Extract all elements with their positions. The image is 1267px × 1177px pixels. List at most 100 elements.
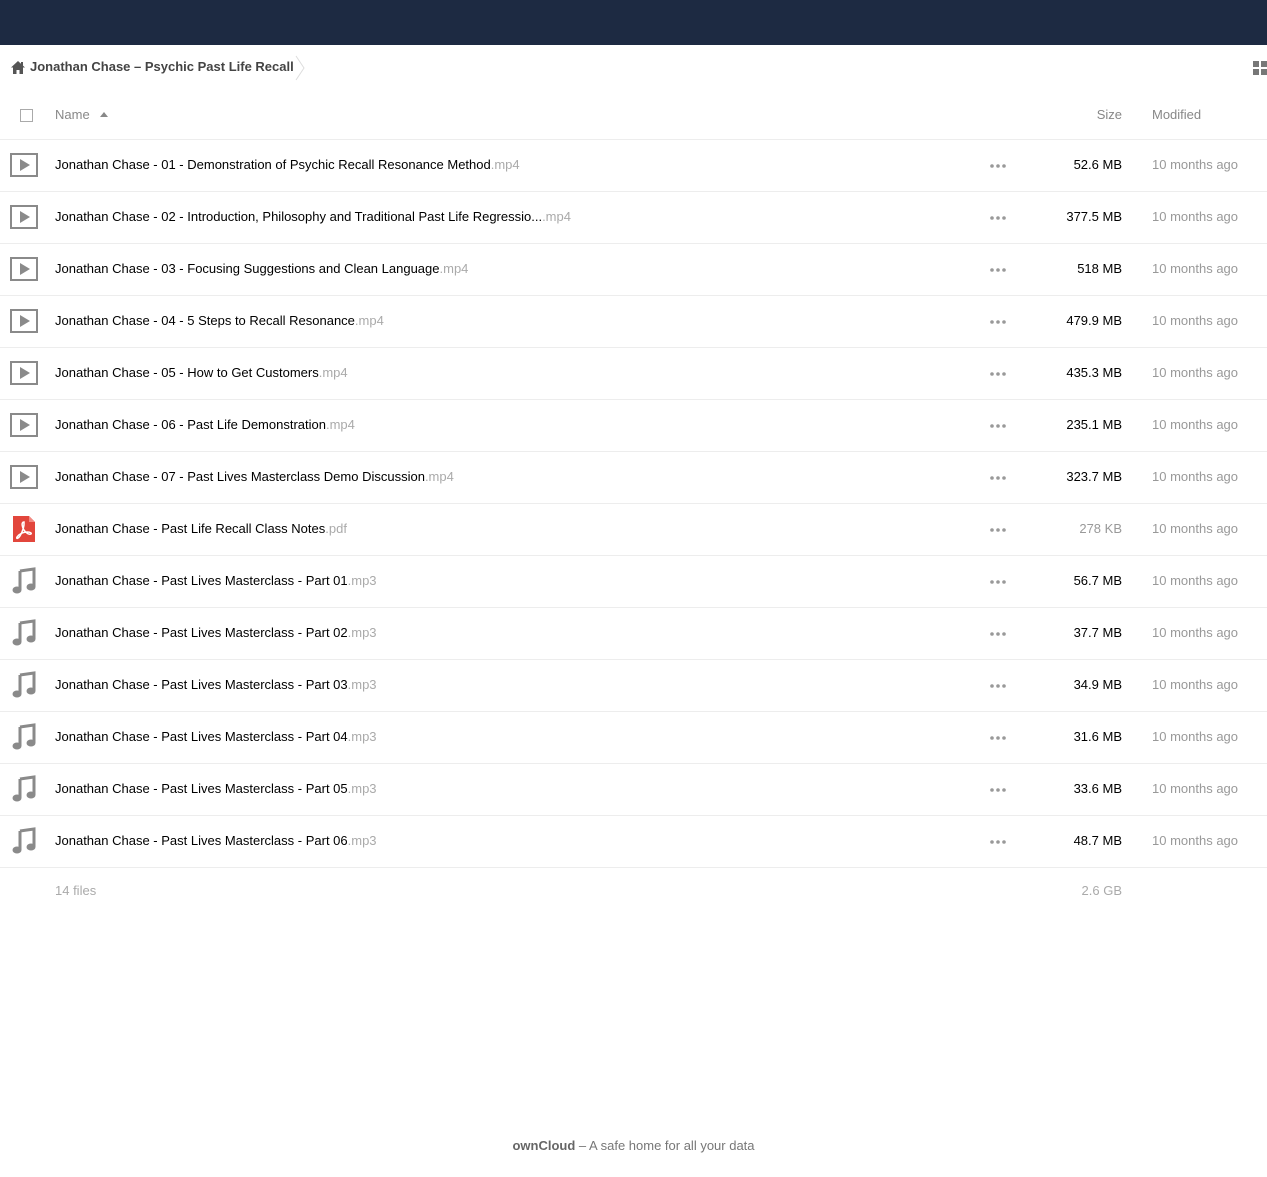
video-file-icon[interactable]	[10, 307, 38, 335]
file-extension: .mp4	[325, 417, 355, 432]
more-actions-icon[interactable]	[990, 164, 1006, 168]
file-row[interactable]: Jonathan Chase - Past Lives Masterclass …	[0, 556, 1267, 608]
file-row[interactable]: Jonathan Chase - Past Lives Masterclass …	[0, 712, 1267, 764]
more-actions-icon[interactable]	[990, 788, 1006, 792]
file-size: 48.7 MB	[1073, 833, 1122, 848]
file-row[interactable]: Jonathan Chase - 02 - Introduction, Phil…	[0, 192, 1267, 244]
video-file-icon[interactable]	[10, 203, 38, 231]
audio-file-icon[interactable]	[10, 827, 38, 855]
file-list: Jonathan Chase - 01 - Demonstration of P…	[0, 140, 1267, 868]
file-name[interactable]: Jonathan Chase - Past Lives Masterclass …	[55, 677, 377, 692]
sort-ascending-icon	[100, 112, 108, 117]
file-name[interactable]: Jonathan Chase - Past Lives Masterclass …	[55, 625, 377, 640]
file-row[interactable]: Jonathan Chase - 03 - Focusing Suggestio…	[0, 244, 1267, 296]
more-actions-icon[interactable]	[990, 528, 1006, 532]
more-actions-icon[interactable]	[990, 736, 1006, 740]
file-extension: .mp4	[490, 157, 520, 172]
file-basename: Jonathan Chase - 05 - How to Get Custome…	[55, 365, 319, 380]
more-actions-icon[interactable]	[990, 216, 1006, 220]
video-file-icon[interactable]	[10, 151, 38, 179]
home-icon[interactable]	[10, 60, 26, 75]
audio-file-icon[interactable]	[10, 567, 38, 595]
breadcrumb: Jonathan Chase – Psychic Past Life Recal…	[0, 45, 1267, 89]
file-extension: .mp4	[542, 209, 571, 224]
file-extension: .mp3	[347, 677, 377, 692]
file-extension: .mp3	[347, 729, 377, 744]
file-row[interactable]: Jonathan Chase - Past Lives Masterclass …	[0, 764, 1267, 816]
audio-file-icon[interactable]	[10, 671, 38, 699]
summary-file-count: 14 files	[55, 883, 97, 898]
file-name[interactable]: Jonathan Chase - 01 - Demonstration of P…	[55, 157, 520, 172]
file-size: 52.6 MB	[1073, 157, 1122, 172]
file-size: 377.5 MB	[1066, 209, 1122, 224]
audio-file-icon[interactable]	[10, 619, 38, 647]
summary-total-size: 2.6 GB	[1081, 883, 1122, 898]
file-size: 323.7 MB	[1066, 469, 1122, 484]
file-basename: Jonathan Chase - Past Lives Masterclass …	[55, 729, 348, 744]
top-bar	[0, 0, 1267, 45]
file-basename: Jonathan Chase - Past Lives Masterclass …	[55, 573, 348, 588]
file-row[interactable]: Jonathan Chase - 04 - 5 Steps to Recall …	[0, 296, 1267, 348]
video-file-icon[interactable]	[10, 411, 38, 439]
breadcrumb-folder[interactable]: Jonathan Chase – Psychic Past Life Recal…	[30, 59, 294, 74]
footer-brand[interactable]: ownCloud	[512, 1138, 575, 1153]
file-size: 435.3 MB	[1066, 365, 1122, 380]
file-basename: Jonathan Chase - 06 - Past Life Demonstr…	[55, 417, 326, 432]
more-actions-icon[interactable]	[990, 268, 1006, 272]
file-name[interactable]: Jonathan Chase - 02 - Introduction, Phil…	[55, 209, 571, 224]
file-name[interactable]: Jonathan Chase - Past Lives Masterclass …	[55, 781, 377, 796]
file-extension: .mp3	[347, 781, 377, 796]
file-basename: Jonathan Chase - Past Life Recall Class …	[55, 521, 326, 536]
file-row[interactable]: Jonathan Chase - Past Lives Masterclass …	[0, 608, 1267, 660]
file-row[interactable]: Jonathan Chase - 06 - Past Life Demonstr…	[0, 400, 1267, 452]
file-row[interactable]: Jonathan Chase - Past Lives Masterclass …	[0, 660, 1267, 712]
file-name[interactable]: Jonathan Chase - 07 - Past Lives Masterc…	[55, 469, 454, 484]
audio-file-icon[interactable]	[10, 775, 38, 803]
more-actions-icon[interactable]	[990, 580, 1006, 584]
file-row[interactable]: Jonathan Chase - Past Lives Masterclass …	[0, 816, 1267, 868]
file-name[interactable]: Jonathan Chase - 03 - Focusing Suggestio…	[55, 261, 468, 276]
more-actions-icon[interactable]	[990, 840, 1006, 844]
footer: ownCloud – A safe home for all your data	[0, 1138, 1267, 1153]
more-actions-icon[interactable]	[990, 476, 1006, 480]
file-row[interactable]: Jonathan Chase - 05 - How to Get Custome…	[0, 348, 1267, 400]
more-actions-icon[interactable]	[990, 424, 1006, 428]
more-actions-icon[interactable]	[990, 684, 1006, 688]
pdf-file-icon[interactable]	[10, 515, 38, 543]
video-file-icon[interactable]	[10, 463, 38, 491]
video-file-icon[interactable]	[10, 359, 38, 387]
audio-file-icon[interactable]	[10, 723, 38, 751]
file-name[interactable]: Jonathan Chase - 05 - How to Get Custome…	[55, 365, 348, 380]
file-modified: 10 months ago	[1152, 781, 1239, 796]
file-basename: Jonathan Chase - 04 - 5 Steps to Recall …	[55, 313, 355, 328]
file-basename: Jonathan Chase - 07 - Past Lives Masterc…	[55, 469, 425, 484]
video-file-icon[interactable]	[10, 255, 38, 283]
column-size-header[interactable]: Size	[1097, 107, 1122, 122]
file-extension: .pdf	[325, 521, 347, 536]
file-extension: .mp3	[347, 625, 377, 640]
file-name[interactable]: Jonathan Chase - 06 - Past Life Demonstr…	[55, 417, 355, 432]
file-row[interactable]: Jonathan Chase - 01 - Demonstration of P…	[0, 140, 1267, 192]
file-extension: .mp4	[318, 365, 348, 380]
grid-view-icon[interactable]	[1253, 61, 1267, 75]
file-name[interactable]: Jonathan Chase - Past Lives Masterclass …	[55, 833, 377, 848]
file-name[interactable]: Jonathan Chase - 04 - 5 Steps to Recall …	[55, 313, 384, 328]
more-actions-icon[interactable]	[990, 632, 1006, 636]
file-modified: 10 months ago	[1152, 157, 1239, 172]
file-name[interactable]: Jonathan Chase - Past Lives Masterclass …	[55, 729, 377, 744]
file-basename: Jonathan Chase - Past Lives Masterclass …	[55, 833, 348, 848]
more-actions-icon[interactable]	[990, 372, 1006, 376]
column-name-header[interactable]: Name	[55, 107, 90, 122]
more-actions-icon[interactable]	[990, 320, 1006, 324]
file-row[interactable]: Jonathan Chase - Past Life Recall Class …	[0, 504, 1267, 556]
file-name[interactable]: Jonathan Chase - Past Lives Masterclass …	[55, 573, 377, 588]
file-extension: .mp3	[347, 833, 377, 848]
column-modified-header[interactable]: Modified	[1152, 107, 1201, 122]
file-basename: Jonathan Chase - 03 - Focusing Suggestio…	[55, 261, 440, 276]
file-row[interactable]: Jonathan Chase - 07 - Past Lives Masterc…	[0, 452, 1267, 504]
file-size: 37.7 MB	[1073, 625, 1122, 640]
file-modified: 10 months ago	[1152, 833, 1239, 848]
select-all-checkbox[interactable]	[20, 109, 33, 122]
file-name[interactable]: Jonathan Chase - Past Life Recall Class …	[55, 521, 347, 536]
file-summary: 14 files 2.6 GB	[0, 880, 1267, 904]
